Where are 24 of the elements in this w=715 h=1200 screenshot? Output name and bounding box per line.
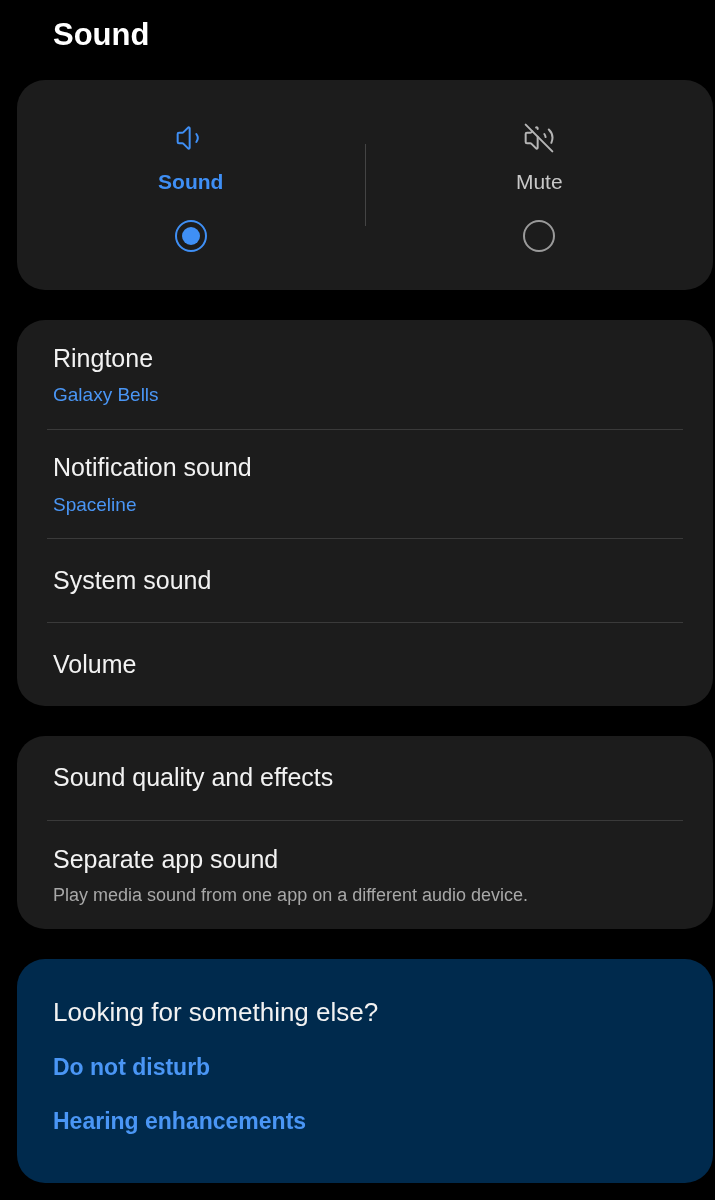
settings-row[interactable]: Notification sound Spaceline (47, 429, 683, 538)
page-title: Sound (53, 17, 150, 52)
suggestions-heading: Looking for something else? (53, 996, 380, 1029)
suggestion-link[interactable]: Do not disturb (53, 1050, 211, 1104)
radio-button[interactable] (174, 219, 207, 252)
settings-row[interactable]: Sound quality and effects (47, 736, 683, 820)
row-value: Galaxy Bells (53, 383, 160, 407)
row-title: Volume (53, 648, 138, 680)
row-description: Play media sound from one app on a different audio device. (53, 884, 529, 908)
settings-row[interactable]: Volume (47, 622, 683, 706)
radio-button[interactable] (523, 219, 556, 252)
settings-row[interactable]: System sound (47, 538, 683, 622)
row-title: Separate app sound (53, 843, 280, 875)
settings-row[interactable]: Separate app sound Play media sound from one app on a different audio device. (47, 820, 683, 929)
settings-row[interactable]: Ringtone Galaxy Bells (47, 320, 683, 429)
mode-label: Sound (158, 169, 224, 196)
mode-label: Mute (515, 169, 563, 196)
row-title: Notification sound (53, 452, 253, 483)
row-value: Spaceline (53, 492, 138, 517)
row-title: Ringtone (53, 342, 155, 374)
row-title: System sound (53, 564, 213, 596)
muted-speaker-icon (523, 122, 556, 155)
row-title: Sound quality and effects (53, 762, 335, 794)
suggestion-link[interactable]: Hearing enhancements (53, 1104, 307, 1158)
